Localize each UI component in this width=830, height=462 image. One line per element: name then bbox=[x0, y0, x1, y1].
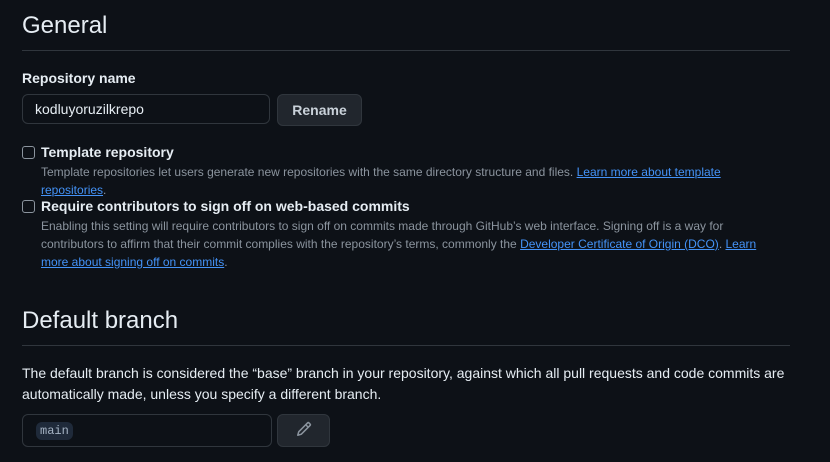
repository-name-label: Repository name bbox=[22, 70, 136, 86]
require-signoff-checkbox[interactable] bbox=[22, 200, 35, 213]
require-signoff-description: Enabling this setting will require contr… bbox=[41, 217, 781, 271]
pencil-icon bbox=[296, 421, 312, 440]
rename-button[interactable]: Rename bbox=[277, 94, 362, 126]
dco-link[interactable]: Developer Certificate of Origin (DCO) bbox=[520, 237, 719, 251]
template-repository-title: Template repository bbox=[41, 144, 174, 160]
repository-name-input[interactable] bbox=[22, 94, 270, 124]
edit-default-branch-button[interactable] bbox=[277, 414, 330, 447]
general-heading: General bbox=[22, 12, 108, 39]
signoff-description-period: . bbox=[224, 255, 228, 269]
settings-page: General Repository name Rename Template … bbox=[0, 0, 830, 462]
template-repository-description-text: Template repositories let users generate… bbox=[41, 165, 574, 179]
general-divider bbox=[22, 50, 790, 51]
default-branch-divider bbox=[22, 345, 790, 346]
template-repository-checkbox[interactable] bbox=[22, 146, 35, 159]
template-repository-description: Template repositories let users generate… bbox=[41, 163, 781, 199]
default-branch-heading: Default branch bbox=[22, 307, 179, 334]
signoff-separator: . bbox=[718, 237, 723, 251]
default-branch-description: The default branch is considered the “ba… bbox=[22, 365, 785, 402]
template-description-period: . bbox=[103, 183, 107, 197]
default-branch-field: main bbox=[22, 414, 272, 447]
branch-name-chip: main bbox=[36, 422, 73, 440]
require-signoff-title: Require contributors to sign off on web-… bbox=[41, 198, 410, 214]
